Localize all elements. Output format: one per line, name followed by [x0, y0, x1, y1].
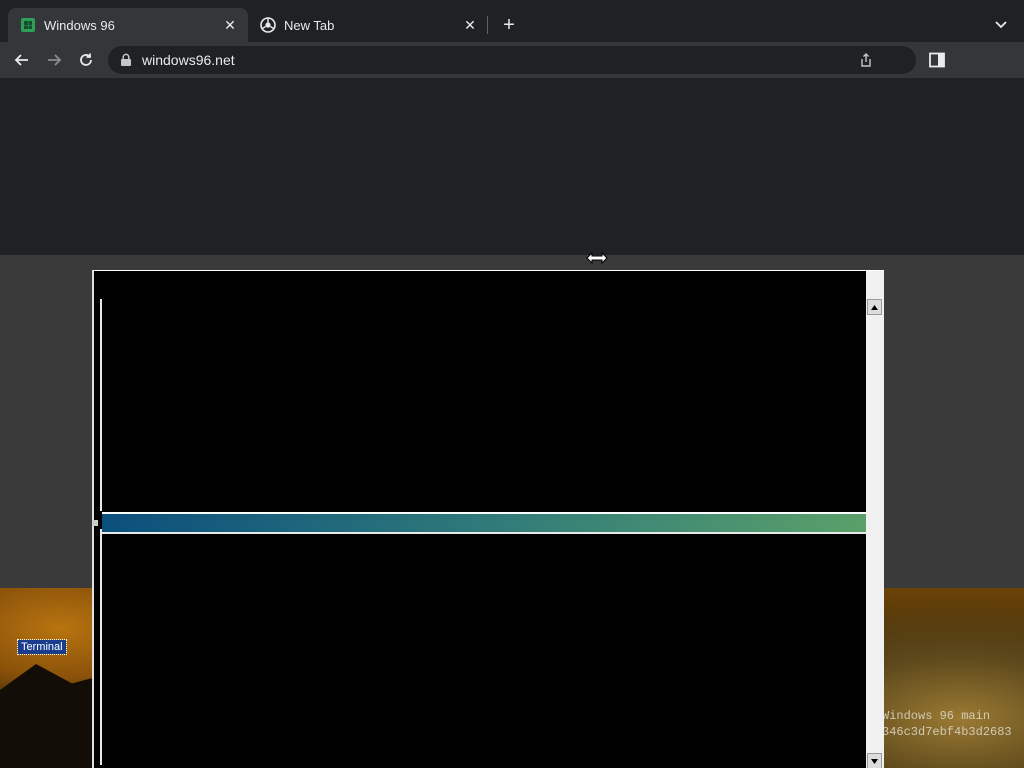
tab-title: Windows 96 [44, 17, 115, 33]
scroll-up-icon[interactable] [867, 299, 882, 315]
window-titlebar[interactable] [102, 512, 866, 534]
tab-new-tab[interactable]: New Tab ✕ [248, 8, 488, 42]
browser-toolbar: windows96.net [0, 42, 1024, 78]
share-icon[interactable] [858, 52, 874, 68]
side-panel-icon[interactable] [928, 52, 946, 68]
watermark-line: 346c3d7ebf4b3d2683 [882, 725, 1012, 739]
address-bar[interactable]: windows96.net [108, 46, 916, 74]
chevron-down-icon[interactable] [990, 14, 1012, 36]
scroll-down-icon[interactable] [867, 753, 882, 768]
tab-windows96[interactable]: Windows 96 ✕ [8, 8, 248, 42]
tab-separator [487, 16, 488, 34]
windows96-logo-icon [20, 17, 36, 33]
browser-tab-strip: Windows 96 ✕ New Tab ✕ + [0, 0, 1024, 42]
page-viewport: Terminal Windows 96 main 346c3d7ebf4b3d2… [0, 78, 1024, 768]
chrome-icon [260, 17, 276, 33]
back-arrow-icon[interactable] [10, 48, 34, 72]
desktop-icon-terminal-label[interactable]: Terminal [17, 639, 67, 655]
address-url: windows96.net [142, 52, 235, 68]
lock-icon[interactable] [120, 53, 132, 67]
terminal-cursor-line [100, 529, 102, 765]
forward-arrow-icon[interactable] [42, 48, 66, 72]
close-tab-icon[interactable]: ✕ [462, 17, 478, 33]
tab-title: New Tab [284, 17, 335, 33]
terminal-window[interactable] [92, 270, 884, 768]
watermark-line: Windows 96 main [882, 709, 991, 723]
close-tab-icon[interactable]: ✕ [222, 17, 238, 33]
new-tab-icon[interactable]: + [498, 14, 520, 36]
terminal-cursor-line [100, 299, 102, 511]
reload-icon[interactable] [74, 48, 98, 72]
desktop-watermark: Windows 96 main 346c3d7ebf4b3d2683 [882, 708, 1022, 740]
resize-cursor-icon [586, 251, 608, 265]
window-resize-handle[interactable] [92, 520, 98, 526]
vertical-scrollbar[interactable] [866, 271, 884, 768]
